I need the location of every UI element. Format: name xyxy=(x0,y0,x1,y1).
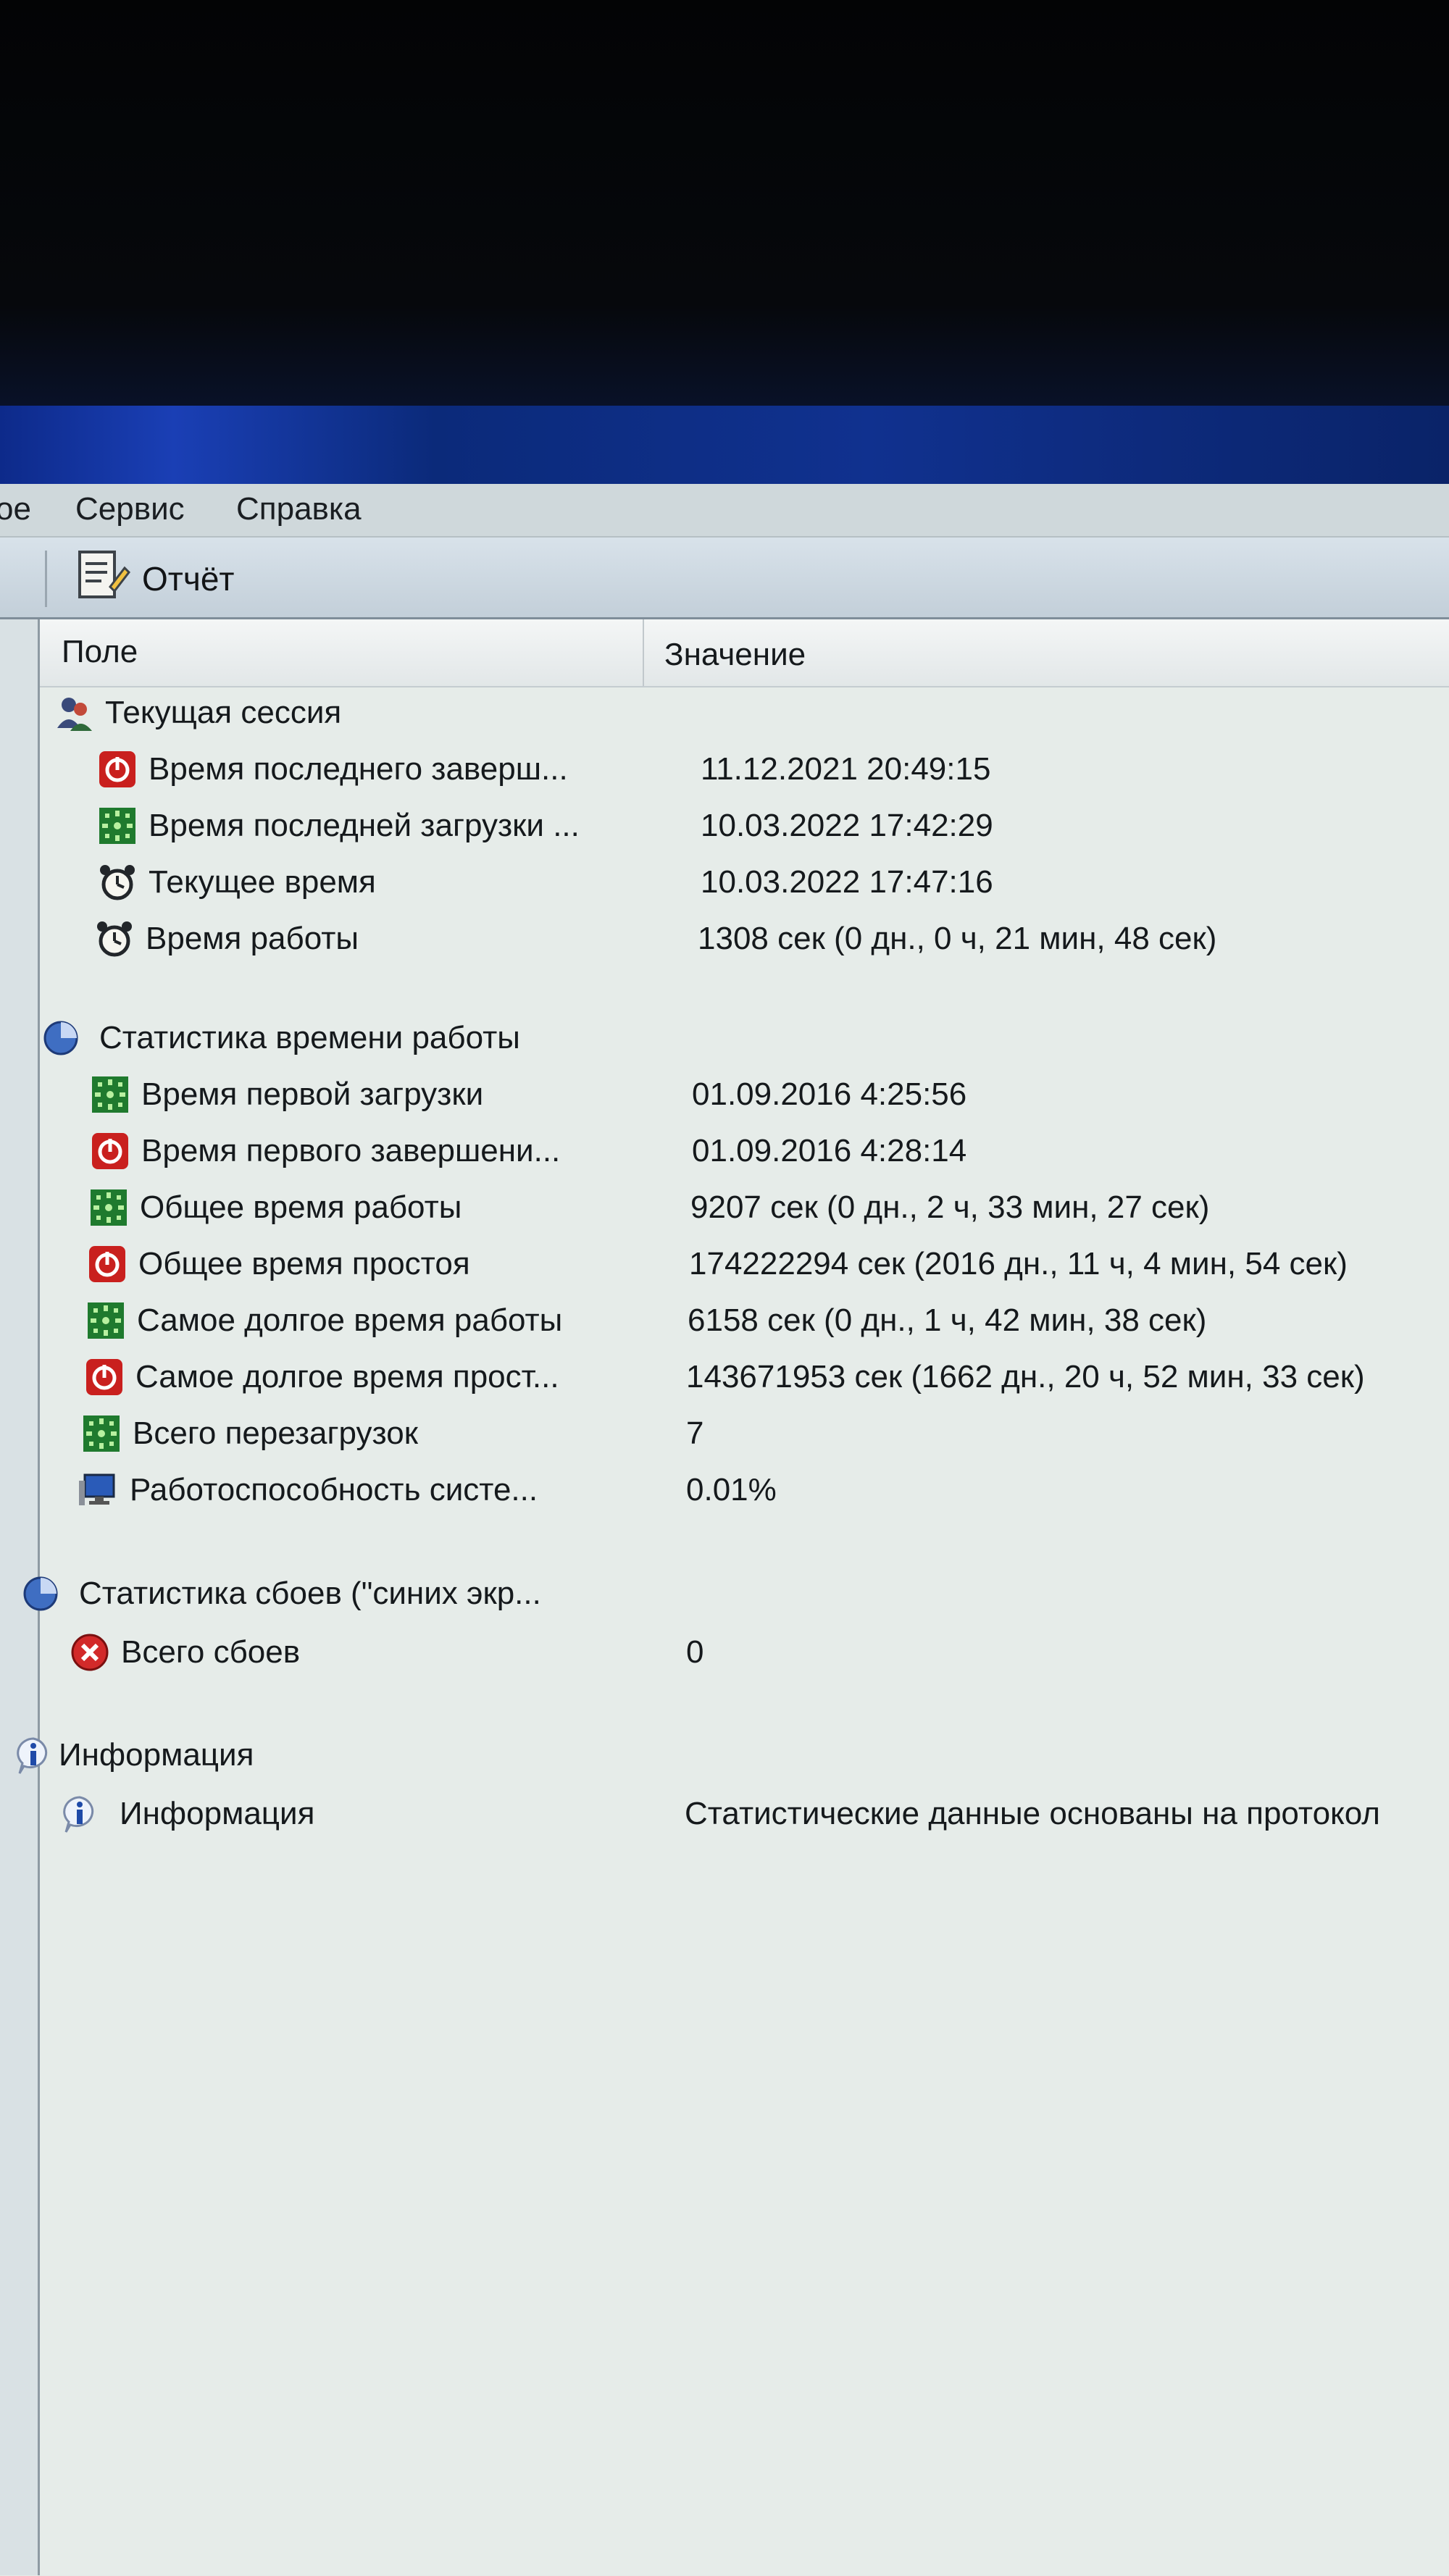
report-list: Поле Значение Текущая сессия Время после… xyxy=(17,619,1449,2575)
alarm-clock-icon xyxy=(98,863,137,902)
field-value: 7 xyxy=(686,1415,704,1451)
shutdown-icon xyxy=(88,1245,127,1284)
field-value: 143671953 сек (1662 дн., 20 ч, 52 мин, 3… xyxy=(686,1359,1365,1394)
shutdown-icon xyxy=(85,1358,124,1397)
field-value: 11.12.2021 20:49:15 xyxy=(701,751,991,787)
info-icon xyxy=(14,1736,53,1775)
pie-chart-icon xyxy=(41,1019,80,1058)
field-label: Текущее время xyxy=(149,864,376,900)
session-users-icon xyxy=(54,693,93,732)
menu-item-service[interactable]: Сервис xyxy=(75,491,185,527)
field-value: 01.09.2016 4:25:56 xyxy=(692,1076,967,1112)
field-value: 9207 сек (0 дн., 2 ч, 33 мин, 27 сек) xyxy=(690,1189,1210,1225)
menu-item-view[interactable]: ое xyxy=(0,491,31,527)
field-value: 6158 сек (0 дн., 1 ч, 42 мин, 38 сек) xyxy=(688,1302,1207,1338)
report-button[interactable]: Отчёт xyxy=(72,548,234,610)
field-value: 0 xyxy=(686,1634,704,1670)
section-title: Текущая сессия xyxy=(105,695,342,730)
app-window: ое Сервис Справка Отчёт Поле Значение Те… xyxy=(0,484,1449,2576)
computer-icon xyxy=(78,1471,117,1510)
boot-icon xyxy=(98,806,137,845)
menu-item-help[interactable]: Справка xyxy=(236,491,362,527)
boot-icon xyxy=(86,1301,125,1340)
field-label: Самое долгое время работы xyxy=(137,1302,563,1338)
column-divider[interactable] xyxy=(643,619,644,686)
section-title: Информация xyxy=(59,1737,254,1773)
error-icon xyxy=(70,1633,109,1672)
field-label: Работоспособность систе... xyxy=(130,1472,538,1507)
field-label: Самое долгое время прост... xyxy=(135,1359,559,1394)
field-label: Время последней загрузки ... xyxy=(149,808,580,843)
field-label: Всего перезагрузок xyxy=(133,1415,418,1451)
field-value: 174222294 сек (2016 дн., 11 ч, 4 мин, 54… xyxy=(689,1246,1348,1281)
field-value: 10.03.2022 17:42:29 xyxy=(701,808,993,843)
field-label: Общее время простоя xyxy=(138,1246,470,1281)
menu-bar: ое Сервис Справка xyxy=(0,484,1449,538)
field-value: 10.03.2022 17:47:16 xyxy=(701,864,993,900)
field-value: Статистические данные основаны на проток… xyxy=(685,1796,1380,1831)
field-label: Время работы xyxy=(146,921,359,956)
window-titlebar xyxy=(0,406,1449,487)
field-label: Общее время работы xyxy=(140,1189,462,1225)
field-label: Время первого завершени... xyxy=(141,1133,561,1168)
section-title: Статистика сбоев ("синих экр... xyxy=(79,1576,541,1611)
column-header-value[interactable]: Значение xyxy=(664,637,806,673)
boot-icon xyxy=(82,1414,121,1453)
boot-icon xyxy=(91,1075,130,1114)
shutdown-icon xyxy=(91,1132,130,1171)
info-icon xyxy=(60,1794,99,1833)
boot-icon xyxy=(89,1188,128,1227)
monitor-bezel xyxy=(0,0,1449,435)
pie-chart-icon xyxy=(21,1574,60,1613)
report-icon xyxy=(72,546,130,612)
section-title: Статистика времени работы xyxy=(99,1020,520,1055)
field-label: Информация xyxy=(120,1796,315,1831)
field-value: 1308 сек (0 дн., 0 ч, 21 мин, 48 сек) xyxy=(698,921,1217,956)
column-header-field[interactable]: Поле xyxy=(62,634,138,670)
field-label: Всего сбоев xyxy=(121,1634,301,1670)
field-value: 01.09.2016 4:28:14 xyxy=(692,1133,967,1168)
field-label: Время последнего заверш... xyxy=(149,751,568,787)
list-header: Поле Значение xyxy=(40,619,1449,687)
toolbar-separator xyxy=(45,551,47,607)
toolbar: Отчёт xyxy=(0,538,1449,619)
alarm-clock-icon xyxy=(95,919,134,958)
field-label: Время первой загрузки xyxy=(141,1076,484,1112)
field-value: 0.01% xyxy=(686,1472,777,1507)
report-button-label: Отчёт xyxy=(142,560,235,598)
shutdown-icon xyxy=(98,750,137,789)
